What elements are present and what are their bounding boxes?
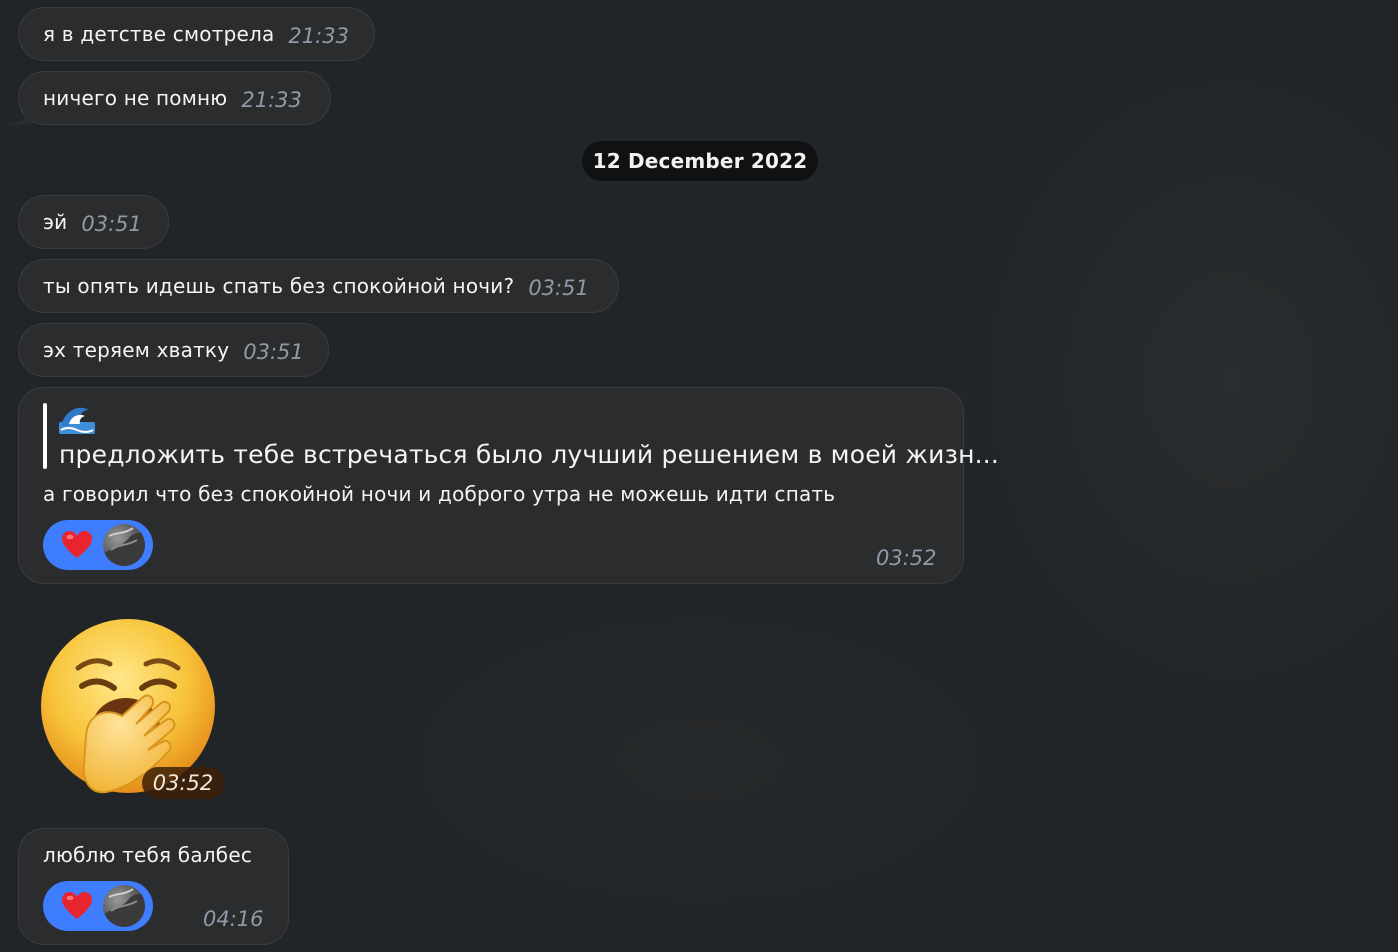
message-text: люблю тебя балбес	[43, 843, 253, 867]
message-text: эй	[43, 210, 68, 234]
message-bubble[interactable]: люблю тебя балбес 04:16	[18, 828, 289, 945]
message-text: я в детстве смотрела	[43, 22, 275, 46]
heart-icon	[62, 892, 92, 919]
message-text: эх теряем хватку	[43, 338, 230, 362]
bubble-tail-icon	[6, 112, 32, 126]
message-bubble[interactable]: я в детстве смотрела 21:33	[18, 7, 375, 61]
message-time: 21:33	[288, 24, 349, 48]
reply-message-bubble[interactable]: предложить тебе встречаться было лучший …	[18, 387, 999, 584]
message-text: а говорил что без спокойной ночи и добро…	[43, 482, 836, 506]
message-time: 03:51	[243, 340, 304, 364]
heart-icon	[62, 531, 92, 558]
message-bubble[interactable]: ты опять идешь спать без спокойной ночи?…	[18, 259, 619, 313]
wave-icon	[59, 407, 95, 434]
avatar	[103, 524, 145, 566]
message-bubble[interactable]: ничего не помню 21:33	[18, 71, 331, 125]
message-time: 03:51	[81, 212, 142, 236]
message-bubble[interactable]: эх теряем хватку 03:51	[18, 323, 329, 377]
reaction-badge[interactable]	[43, 881, 153, 931]
sticker-time: 03:52	[142, 767, 224, 799]
message-text: ничего не помню	[43, 86, 228, 110]
message-time: 03:51	[528, 276, 589, 300]
message-time: 21:33	[241, 88, 302, 112]
message-time: 04:16	[203, 907, 264, 931]
avatar	[103, 885, 145, 927]
reaction-badge[interactable]	[43, 520, 153, 570]
message-bubble[interactable]: эй 03:51	[18, 195, 169, 249]
message-time: 03:52	[876, 546, 937, 570]
quote-bar	[43, 403, 47, 469]
date-separator: 12 December 2022	[582, 141, 818, 181]
message-text: ты опять идешь спать без спокойной ночи?	[43, 274, 515, 298]
quote-text: предложить тебе встречаться было лучший …	[59, 440, 1000, 469]
